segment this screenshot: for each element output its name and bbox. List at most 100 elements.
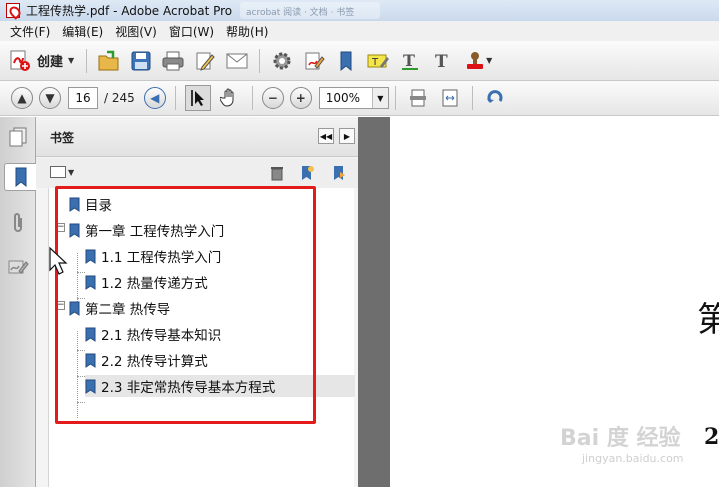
- fit-page-button[interactable]: [405, 85, 431, 111]
- window-title: 工程传热学.pdf - Adobe Acrobat Pro: [26, 4, 233, 18]
- bookmark-icon: [85, 353, 96, 368]
- go-back-button[interactable]: ◀: [143, 87, 166, 109]
- fit-width-icon: [442, 89, 458, 107]
- bookmark-icon: [85, 379, 96, 394]
- menu-view[interactable]: 视图(V): [109, 23, 163, 40]
- signatures-button[interactable]: [5, 253, 31, 281]
- acrobat-logo-icon: [6, 3, 20, 18]
- underline-text-button[interactable]: T: [397, 48, 423, 74]
- create-label: 创建: [37, 55, 64, 70]
- expand-toggle[interactable]: −: [56, 223, 65, 232]
- zoom-in-button[interactable]: +: [289, 87, 312, 109]
- highlight-button[interactable]: T: [365, 48, 391, 74]
- stamp-button[interactable]: ▼: [461, 48, 495, 74]
- bookmark-item[interactable]: 目录: [69, 193, 112, 215]
- svg-text:T: T: [371, 57, 379, 68]
- fit-width-button[interactable]: [437, 85, 463, 111]
- chevron-down-icon: ▼: [68, 56, 75, 65]
- bookmarks-panel: 书签 ◀◀ ▶ ▼ − − 目录 第一章 工程传热学入门 1.1 工程传热学入门…: [36, 117, 358, 487]
- save-button[interactable]: [128, 48, 154, 74]
- previous-page-button[interactable]: ▲: [11, 87, 33, 109]
- save-icon: [131, 51, 151, 70]
- bookmark-label: 第一章 工程传热学入门: [85, 224, 225, 240]
- menu-bar: 文件(F) 编辑(E) 视图(V) 窗口(W) 帮助(H): [0, 21, 719, 41]
- add-bookmark-button[interactable]: [333, 48, 359, 74]
- rotate-button[interactable]: [482, 85, 508, 111]
- sign-icon: [305, 52, 325, 69]
- print-button[interactable]: [160, 48, 186, 74]
- new-bookmark-button[interactable]: [298, 164, 316, 182]
- main-toolbar: 创建 ▼ T T T ▼: [0, 41, 719, 81]
- toolbar-divider: [259, 48, 261, 73]
- toolbar-divider: [174, 86, 176, 110]
- arrow-left-icon: ◀: [150, 91, 160, 105]
- arrow-down-icon: ▼: [45, 91, 55, 105]
- paperclip-icon: [14, 213, 22, 232]
- panel-title: 书签: [50, 131, 75, 145]
- select-tool-button[interactable]: [184, 85, 211, 111]
- menu-file[interactable]: 文件(F): [4, 23, 56, 40]
- bookmark-label: 2.2 热传导计算式: [101, 354, 208, 370]
- sign-button[interactable]: [301, 48, 327, 74]
- bookmark-tree: − − 目录 第一章 工程传热学入门 1.1 工程传热学入门 1.2 热量传递方…: [48, 188, 355, 487]
- text-underline-icon: T: [402, 51, 419, 70]
- menu-window[interactable]: 窗口(W): [163, 23, 220, 40]
- expand-bookmark-button[interactable]: [330, 164, 348, 182]
- page-total: / 245: [104, 91, 135, 105]
- hand-tool-button[interactable]: [217, 85, 243, 111]
- zoom-select[interactable]: 100% ▼: [318, 87, 389, 109]
- toolbar-divider: [394, 86, 396, 110]
- document-text: 2: [704, 424, 719, 450]
- watermark-url: jingyan.baidu.com: [582, 452, 684, 465]
- settings-button[interactable]: [269, 48, 295, 74]
- bookmark-item[interactable]: 1.2 热量传递方式: [85, 271, 208, 293]
- chevron-down-icon[interactable]: ▼: [371, 88, 388, 108]
- panel-menu-button[interactable]: ▶: [339, 128, 355, 144]
- bookmark-icon: [85, 327, 96, 342]
- expand-toggle[interactable]: −: [56, 301, 65, 310]
- text-icon: T: [435, 52, 448, 72]
- delete-bookmark-button[interactable]: [268, 164, 286, 182]
- menu-edit[interactable]: 编辑(E): [56, 23, 109, 40]
- zoom-value: 100%: [325, 91, 361, 105]
- select-cursor-icon: [190, 90, 204, 106]
- svg-text:T: T: [403, 51, 415, 70]
- bookmark-icon: [15, 167, 27, 188]
- bookmark-icon: [69, 301, 80, 316]
- bookmark-item-selected[interactable]: 2.3 非定常热传导基本方程式: [85, 375, 355, 397]
- bookmark-label: 目录: [85, 198, 112, 214]
- zoom-out-button[interactable]: −: [261, 87, 284, 109]
- bookmark-item[interactable]: 1.1 工程传热学入门: [85, 245, 221, 267]
- pages-icon: [9, 127, 27, 147]
- menu-help[interactable]: 帮助(H): [220, 23, 274, 40]
- bookmark-add-icon: [302, 166, 314, 180]
- document-text: 第: [697, 300, 719, 340]
- double-chevron-left-icon: ◀◀: [319, 131, 333, 141]
- background-window-tab[interactable]: acrobat 阅读 · 文档 · 书签: [240, 2, 380, 19]
- next-page-button[interactable]: ▼: [39, 87, 61, 109]
- bookmark-item[interactable]: 第二章 热传导: [69, 297, 170, 319]
- attachments-button[interactable]: [5, 209, 31, 237]
- bookmark-item[interactable]: 第一章 工程传热学入门: [69, 219, 224, 241]
- bookmark-item[interactable]: 2.1 热传导基本知识: [85, 323, 221, 345]
- add-text-button[interactable]: T: [429, 48, 455, 74]
- plus-icon: +: [295, 91, 306, 105]
- navigation-rail: [0, 117, 37, 487]
- open-button[interactable]: [96, 48, 122, 74]
- email-button[interactable]: [224, 48, 250, 74]
- bookmark-icon: [69, 223, 80, 238]
- collapse-panel-button[interactable]: ◀◀: [318, 128, 334, 144]
- create-button[interactable]: 创建 ▼: [8, 49, 74, 73]
- bookmark-item[interactable]: 2.2 热传导计算式: [85, 349, 208, 371]
- bookmarks-panel-button[interactable]: [4, 163, 37, 191]
- svg-text:T: T: [435, 52, 448, 72]
- signature-icon: [8, 260, 29, 274]
- stamp-icon: [467, 51, 484, 69]
- edit-button[interactable]: [192, 48, 218, 74]
- page-thumbnails-button[interactable]: [5, 123, 31, 151]
- page-number-input[interactable]: 16: [68, 87, 98, 109]
- tree-connector: [77, 272, 85, 273]
- create-pdf-icon: [10, 50, 30, 71]
- bookmark-add-icon: [340, 51, 352, 71]
- options-button[interactable]: ▼: [50, 166, 74, 178]
